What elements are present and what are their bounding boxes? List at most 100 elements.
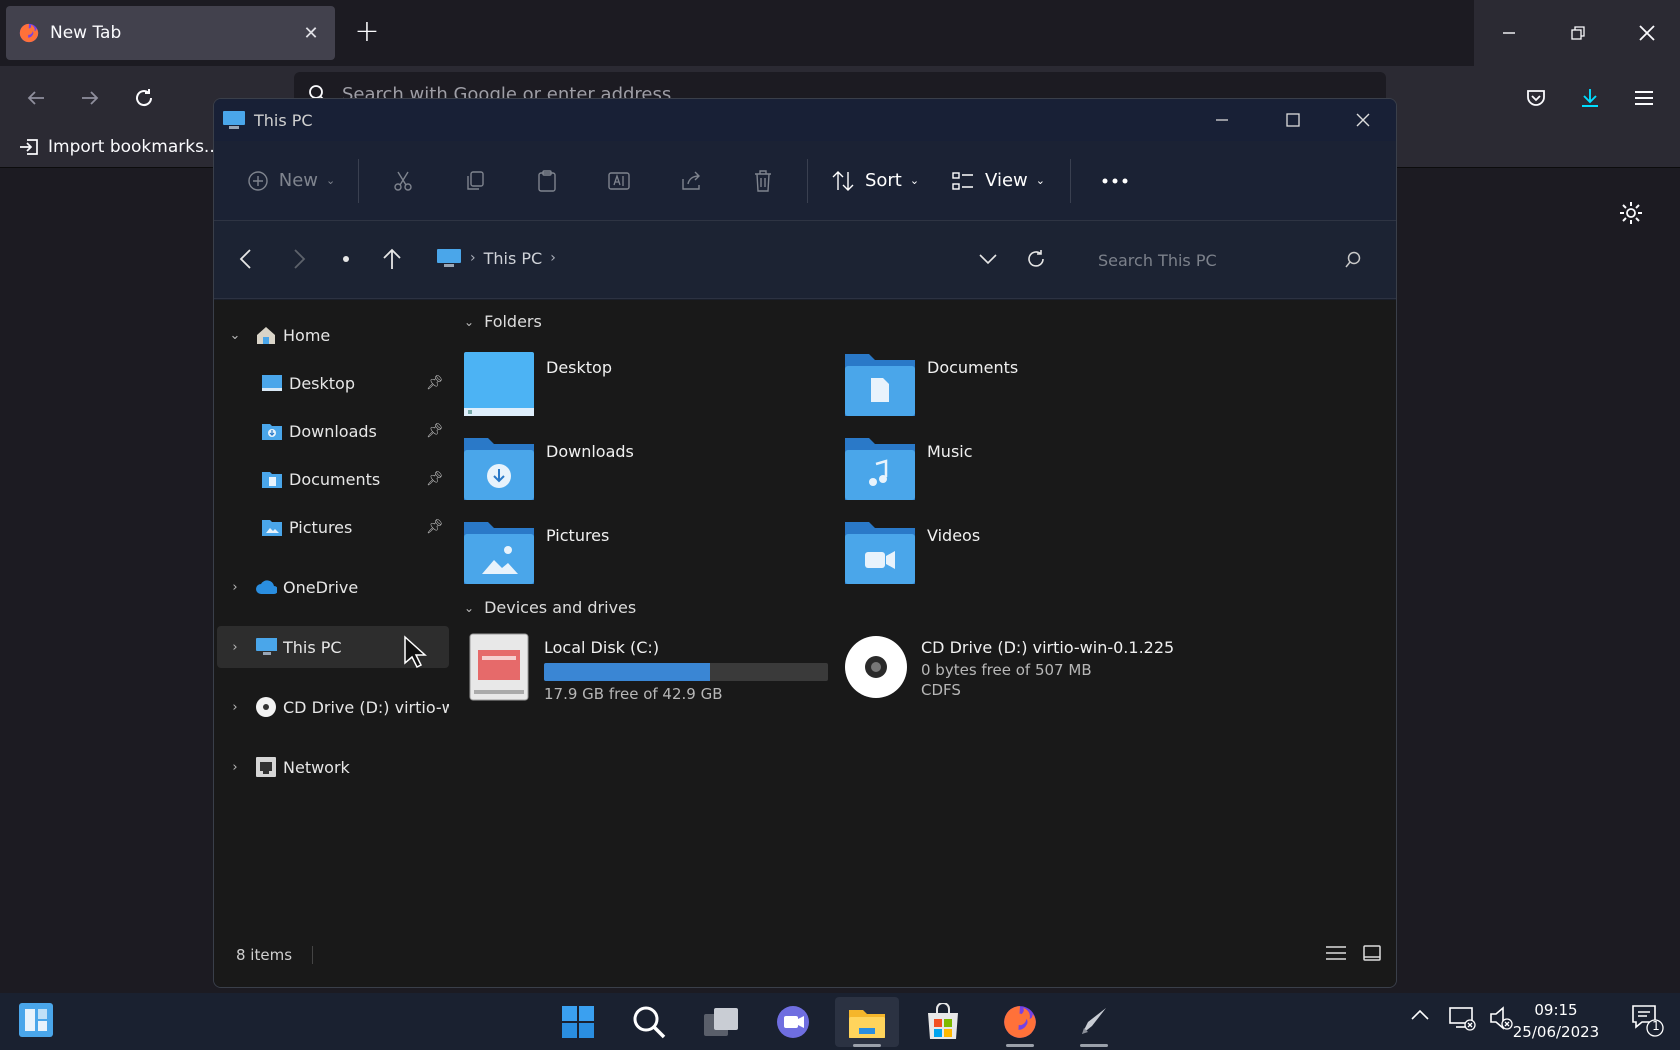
nav-item-cd-drive[interactable]: › CD Drive (D:) virtio-w: [217, 686, 449, 728]
forward-button[interactable]: [72, 80, 108, 116]
delete-button[interactable]: [727, 161, 799, 201]
taskbar-search-button[interactable]: [617, 997, 681, 1047]
nav-item-downloads[interactable]: Downloads 📌︎: [217, 410, 449, 452]
app-taskbar-button[interactable]: [1062, 997, 1126, 1047]
teams-chat-button[interactable]: [761, 997, 825, 1047]
reload-button[interactable]: [126, 80, 162, 116]
refresh-button[interactable]: [1018, 241, 1054, 277]
status-divider: [312, 945, 314, 964]
copy-button[interactable]: [439, 161, 511, 201]
back-button[interactable]: [228, 241, 264, 277]
close-tab-icon[interactable]: ✕: [299, 23, 323, 44]
section-title: Devices and drives: [484, 598, 637, 617]
more-options-button[interactable]: [1079, 161, 1151, 201]
devices-section-header[interactable]: ⌄ Devices and drives: [464, 598, 636, 617]
downloads-icon: [261, 420, 283, 442]
folder-label: Documents: [927, 358, 1019, 377]
share-button[interactable]: [655, 161, 727, 201]
network-icon: [255, 756, 277, 778]
clock-time: 09:15: [1534, 1001, 1578, 1019]
chevron-right-icon[interactable]: ›: [223, 760, 247, 775]
new-button[interactable]: New ⌄: [232, 161, 350, 201]
import-bookmarks-label: Import bookmarks...: [48, 137, 221, 157]
browser-minimize-button[interactable]: [1474, 0, 1543, 66]
drive-tile-local-disk[interactable]: Local Disk (C:) 17.9 GB free of 42.9 GB: [466, 632, 836, 712]
search-box[interactable]: Search This PC: [1086, 239, 1376, 281]
folder-label: Desktop: [546, 358, 612, 377]
import-bookmarks-button[interactable]: Import bookmarks...: [18, 136, 220, 158]
cut-button[interactable]: [367, 161, 439, 201]
browser-tab[interactable]: New Tab ✕: [6, 6, 335, 60]
pin-icon[interactable]: 📌︎: [421, 423, 449, 439]
explorer-minimize-button[interactable]: [1186, 99, 1257, 141]
chevron-down-icon[interactable]: ⌄: [223, 328, 247, 343]
nav-item-documents[interactable]: Documents 📌︎: [217, 458, 449, 500]
forward-arrow-icon: [82, 91, 99, 105]
chevron-down-icon: ⌄: [464, 600, 475, 615]
browser-restore-button[interactable]: [1543, 0, 1612, 66]
drive-tile-cd-drive[interactable]: CD Drive (D:) virtio-win-0.1.225 0 bytes…: [843, 632, 1213, 712]
folders-section-header[interactable]: ⌄ Folders: [464, 312, 542, 331]
forward-button[interactable]: [281, 241, 317, 277]
widgets-button[interactable]: [4, 995, 68, 1045]
nav-item-onedrive[interactable]: › OneDrive: [217, 566, 449, 608]
folder-tile-music[interactable]: Music: [843, 434, 1203, 504]
firefox-taskbar-button[interactable]: [988, 997, 1052, 1047]
pin-icon[interactable]: 📌︎: [421, 375, 449, 391]
page-settings-button[interactable]: [1618, 200, 1644, 230]
task-view-button[interactable]: [689, 997, 753, 1047]
breadcrumb-item[interactable]: This PC: [484, 249, 543, 268]
trash-icon: [755, 169, 771, 192]
nav-item-desktop[interactable]: Desktop 📌︎: [217, 362, 449, 404]
folder-tile-downloads[interactable]: Downloads: [462, 434, 822, 504]
nav-item-home[interactable]: ⌄ Home: [217, 314, 449, 356]
downloads-button[interactable]: [1572, 80, 1608, 116]
start-button[interactable]: [546, 997, 610, 1047]
file-explorer-taskbar-button[interactable]: [835, 997, 899, 1047]
chevron-down-icon: ⌄: [1035, 174, 1045, 187]
chevron-right-icon[interactable]: ›: [223, 580, 247, 595]
explorer-close-button[interactable]: [1327, 99, 1396, 141]
folder-tile-documents[interactable]: Documents: [843, 350, 1203, 420]
clock[interactable]: 09:15 25/06/2023: [1508, 999, 1604, 1043]
address-history-button[interactable]: [970, 241, 1006, 277]
this-pc-icon: [223, 111, 245, 129]
details-view-icon[interactable]: [1324, 944, 1348, 962]
pin-icon[interactable]: 📌︎: [421, 471, 449, 487]
pocket-button[interactable]: [1518, 80, 1554, 116]
drive-free-space: 17.9 GB free of 42.9 GB: [544, 685, 723, 703]
rename-button[interactable]: [583, 161, 655, 201]
network-status-button[interactable]: [1448, 1005, 1476, 1031]
nav-item-network[interactable]: › Network: [217, 746, 449, 788]
show-hidden-icons-button[interactable]: [1410, 1007, 1430, 1021]
back-button[interactable]: [18, 80, 54, 116]
notifications-button[interactable]: 1: [1630, 1003, 1664, 1037]
up-button[interactable]: [374, 241, 410, 277]
recent-locations-button[interactable]: [328, 241, 364, 277]
explorer-titlebar: This PC: [214, 99, 1396, 141]
nav-item-pictures[interactable]: Pictures 📌︎: [217, 506, 449, 548]
breadcrumb-chevron-icon[interactable]: ›: [550, 250, 556, 266]
explorer-maximize-button[interactable]: [1257, 99, 1328, 141]
folder-tile-videos[interactable]: Videos: [843, 518, 1203, 588]
toolbar-divider: [358, 158, 359, 203]
browser-close-button[interactable]: [1612, 0, 1680, 66]
microsoft-store-button[interactable]: [911, 997, 975, 1047]
tiles-view-icon[interactable]: [1362, 944, 1382, 962]
app-menu-button[interactable]: [1626, 80, 1662, 116]
chevron-left-icon: [239, 249, 251, 269]
view-button[interactable]: View ⌄: [934, 161, 1062, 201]
firefox-icon: [1004, 1006, 1036, 1038]
sort-button[interactable]: Sort ⌄: [816, 161, 934, 201]
folder-tile-pictures[interactable]: Pictures: [462, 518, 822, 588]
breadcrumb[interactable]: › This PC ›: [436, 247, 564, 269]
pin-icon[interactable]: 📌︎: [421, 519, 449, 535]
folder-tile-desktop[interactable]: Desktop: [462, 350, 822, 420]
status-bar: 8 items: [214, 920, 1396, 987]
chevron-right-icon[interactable]: ›: [223, 640, 247, 655]
chevron-right-icon[interactable]: ›: [223, 700, 247, 715]
breadcrumb-chevron-icon: ›: [470, 250, 476, 266]
new-tab-button[interactable]: +: [352, 14, 382, 52]
paste-button[interactable]: [511, 161, 583, 201]
explorer-address-bar: › This PC › Search This PC: [214, 221, 1396, 299]
